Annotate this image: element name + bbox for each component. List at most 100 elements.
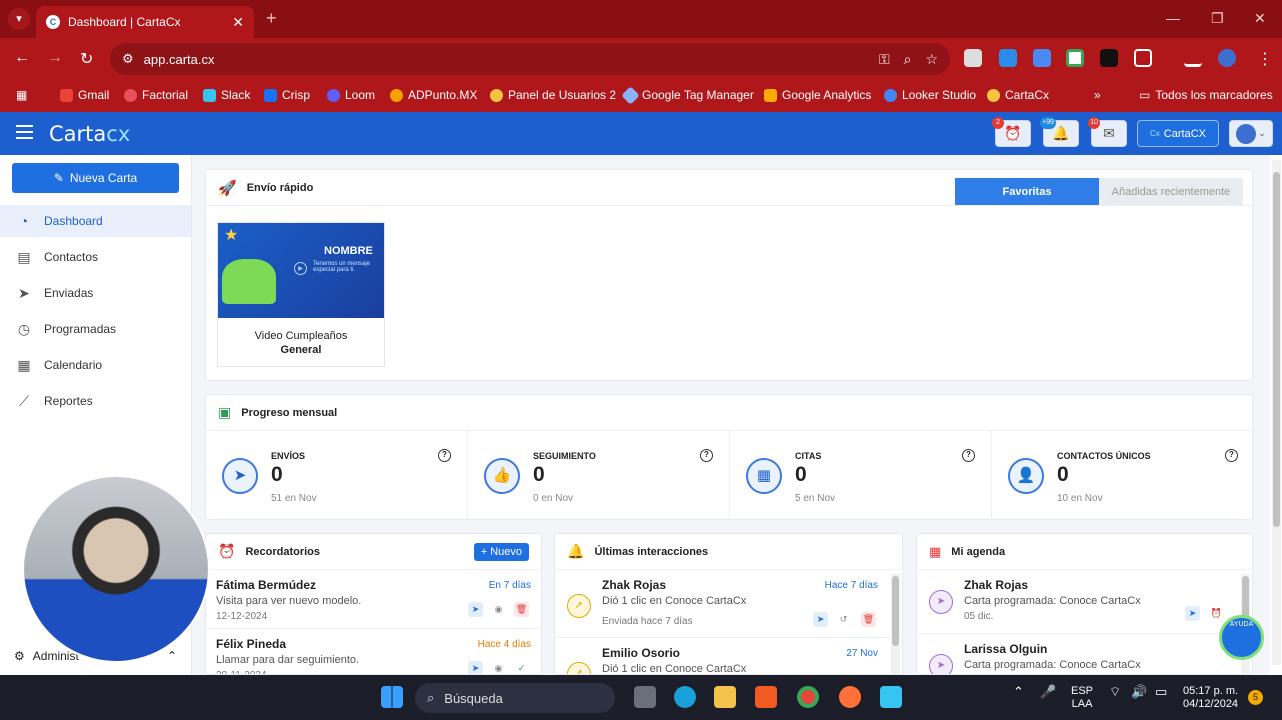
windows-start-icon[interactable] [381,686,403,708]
battery-icon[interactable]: ▭ [1155,685,1167,698]
clock[interactable]: 05:17 p. m. 04/12/2024 [1183,685,1238,711]
more-bookmarks-icon[interactable]: » [1094,88,1101,102]
send-icon[interactable]: ➤ [813,612,828,627]
new-tab-button[interactable]: + [266,8,277,29]
bookmark-tag-manager[interactable]: Google Tag Manager [621,85,754,105]
trash-icon[interactable]: 🗑 [514,602,529,617]
alarm-clock-icon[interactable]: ⏰ [1209,606,1224,621]
eye-icon[interactable]: ◉ [491,602,506,617]
history-icon[interactable]: ↺ [836,612,851,627]
bookmark-factorial[interactable]: Factorial [124,88,188,102]
trash-icon[interactable]: 🗑 [861,612,876,627]
scrollbar-thumb[interactable] [1273,172,1280,527]
back-icon[interactable]: ← [14,49,30,67]
tab-recientes[interactable]: Añadidas recientemente [1099,178,1243,205]
bookmark-panel-usuarios[interactable]: Panel de Usuarios 2 [490,88,616,102]
help-icon[interactable]: ? [700,449,713,462]
firefox-icon[interactable] [839,686,861,708]
sidebar-item-contactos[interactable]: ▤ Contactos [0,241,191,273]
all-bookmarks[interactable]: ▭ Todos los marcadores [1139,88,1273,102]
language-indicator[interactable]: ESP LAA [1071,685,1093,711]
close-window-icon[interactable]: ✕ [1254,10,1266,27]
bookmark-adpunto[interactable]: ADPunto.MX [390,88,477,102]
zoom-icon[interactable]: ⌕ [904,51,912,68]
browser-tab[interactable]: C Dashboard | CartaCx ✕ [36,6,254,38]
interactions-scrollbar[interactable] [891,574,900,674]
cartacx-logo[interactable]: Cartacx [49,122,130,146]
list-item[interactable]: Fátima Bermúdez Visita para ver nuevo mo… [206,570,541,629]
account-switch-button[interactable]: Cx CartaCX [1137,120,1219,147]
bookmark-looker[interactable]: Looker Studio [884,88,976,102]
bookmark-loom[interactable]: Loom [327,88,375,102]
extension-icon[interactable] [1033,49,1051,67]
edge-icon[interactable] [674,686,696,708]
menu-icon[interactable] [16,125,33,139]
help-icon[interactable]: ? [962,449,975,462]
tab-search-button[interactable]: ▾ [8,8,30,30]
taskbar-search[interactable]: ⌕ Búsqueda [415,683,615,713]
volume-icon[interactable]: 🔊 [1131,685,1147,698]
help-icon[interactable]: ? [438,449,451,462]
reminders-button[interactable]: +99 🔔 [1040,117,1079,147]
bookmark-analytics[interactable]: Google Analytics [764,88,871,102]
list-item[interactable]: ➤ Zhak Rojas Carta programada: Conoce Ca… [917,570,1252,634]
list-item[interactable]: ➚ Zhak Rojas Dió 1 clic en Conoce CartaC… [555,570,902,638]
bookmark-cartacx[interactable]: CartaCx [987,88,1049,102]
template-card[interactable]: ★ NOMBRE Tenemos un mensaje especial par… [217,222,385,367]
password-key-icon[interactable]: ⚿ [879,51,890,68]
slack-icon[interactable] [880,686,902,708]
brave-icon[interactable] [755,686,777,708]
site-settings-icon[interactable]: ⚙ [122,51,134,67]
send-icon[interactable]: ➤ [1185,606,1200,621]
sidebar-item-calendario[interactable]: ▦ Calendario [0,349,191,381]
new-reminder-button[interactable]: + Nuevo [473,542,529,561]
bookmark-gmail[interactable]: Gmail [60,88,109,102]
page-scrollbar[interactable] [1272,160,1281,665]
help-icon[interactable]: ? [1225,449,1238,462]
sidebar-item-reportes[interactable]: ⟋ Reportes [0,385,191,417]
user-menu-button[interactable]: ⌄ [1229,120,1273,147]
help-bubble-button[interactable]: AYUDA [1219,615,1264,660]
extensions-puzzle-icon[interactable] [1134,49,1152,67]
gmail-icon [60,88,73,102]
alarm-button[interactable]: 2 ⏰ [992,117,1031,147]
sidebar-item-dashboard[interactable]: ◔ Dashboard [0,205,191,237]
bookmark-slack[interactable]: Slack [203,88,250,102]
sidebar-item-enviadas[interactable]: ➤ Enviadas [0,277,191,309]
chrome-icon[interactable] [797,686,819,708]
list-item[interactable]: ➤ Larissa Olguin Carta programada: Conoc… [917,634,1252,674]
send-icon[interactable]: ➤ [468,602,483,617]
pen-extension-icon[interactable] [1100,49,1118,67]
bookmark-crisp[interactable]: Crisp [264,88,310,102]
profile-avatar-icon[interactable] [1218,49,1236,67]
google-extension-icon[interactable] [1066,49,1084,67]
browser-menu-icon[interactable]: ⋮ [1257,49,1273,69]
eye-icon[interactable]: ◉ [491,661,506,674]
send-icon[interactable]: ➤ [468,661,483,674]
notification-badge[interactable]: 5 [1248,690,1263,705]
messages-button[interactable]: 10 ✉ [1088,117,1127,147]
microphone-icon[interactable]: 🎤 [1040,685,1056,698]
task-view-icon[interactable] [634,686,656,708]
list-item[interactable]: Félix Pineda Llamar para dar seguimiento… [206,629,541,674]
reload-icon[interactable]: ↻ [80,49,93,69]
sidebar-item-programadas[interactable]: ◷ Programadas [0,313,191,345]
check-icon[interactable]: ✓ [514,661,529,674]
interaction-desc: Dió 1 clic en Conoce CartaCx [602,595,747,607]
camera-extension-icon[interactable] [964,49,982,67]
file-explorer-icon[interactable] [714,686,736,708]
new-letter-button[interactable]: ✎ Nueva Carta [12,163,179,193]
address-bar[interactable]: ⚙ app.carta.cx ⚿ ⌕ ☆ [110,43,950,75]
apps-grid-icon[interactable]: ▦ [16,88,27,102]
downloads-icon[interactable] [1184,49,1202,67]
list-item[interactable]: ➚ Emilio Osorio Dió 1 clic en Conoce Car… [555,638,902,674]
tray-overflow-icon[interactable]: ⌃ [1013,685,1024,698]
wifi-icon[interactable]: ⌔ [1109,685,1121,698]
forward-icon[interactable]: → [47,49,63,67]
tab-favoritas[interactable]: Favoritas [955,178,1099,205]
bookmark-star-icon[interactable]: ☆ [925,51,938,68]
download-extension-icon[interactable] [999,49,1017,67]
minimize-icon[interactable]: — [1166,10,1180,26]
maximize-icon[interactable]: ❐ [1211,10,1224,27]
close-tab-icon[interactable]: ✕ [232,14,244,31]
